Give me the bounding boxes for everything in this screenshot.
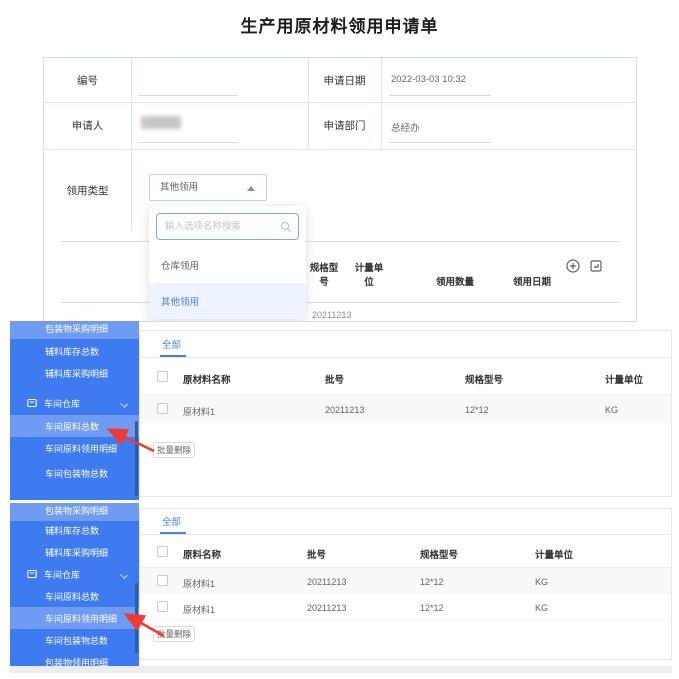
divider	[131, 58, 132, 231]
requisition-type-value: 其他领用	[160, 182, 198, 193]
screenshot-edge	[10, 666, 672, 673]
tab-all[interactable]: 全部	[162, 337, 181, 351]
field-label-requisition-type: 领用类型	[44, 149, 131, 231]
divider	[61, 302, 621, 303]
cell-unit: KG	[535, 577, 548, 587]
col-batch-no: 批号	[325, 372, 344, 386]
table-header-row: 原料名称 批号 规格型号 计量单位	[140, 535, 671, 568]
chevron-down-icon	[120, 400, 128, 408]
sidebar-item-aux-purchase[interactable]: 辅料库采购明细	[10, 362, 139, 384]
insert-row-icon[interactable]	[589, 259, 603, 273]
partial-batch-number: 20211213	[312, 310, 351, 320]
sidebar-item-workshop-material-total[interactable]: 车间原料总数	[10, 585, 139, 607]
divider	[61, 241, 621, 242]
screenshot-root: 生产用原材料领用申请单 编号 申请日期 2022-03-03 10:32 申请人…	[0, 0, 679, 679]
col-material-name: 原材料名称	[183, 372, 231, 386]
requisition-form-card: 编号 申请日期 2022-03-03 10:32 申请人 申请部门 总经办 领用…	[43, 57, 637, 322]
cell-unit: KG	[535, 603, 548, 613]
sidebar-item-packaging-purchase[interactable]: 包装物采购明细	[10, 321, 139, 339]
search-icon	[280, 221, 292, 233]
divider	[138, 142, 238, 143]
number-input[interactable]	[138, 95, 238, 96]
apply-date-value[interactable]: 2022-03-03 10:32	[391, 74, 466, 85]
warehouse-icon	[27, 398, 37, 408]
cell-material-name: 原材料1	[183, 603, 215, 616]
select-all-checkbox[interactable]	[157, 371, 168, 382]
table-panel2: 全部 原料名称 批号 规格型号 计量单位 原材料1 20211213 12*12…	[139, 508, 672, 660]
requisition-type-dropdown: 仓库领用 其他领用	[149, 206, 306, 319]
col-spec: 规格型号	[465, 372, 503, 386]
sidebar-panel2: 包装物采购明细 辅料库存总数 辅料库采购明细 车间仓库 车间原料总数 车间原料领…	[10, 503, 139, 667]
batch-delete-button[interactable]: 批量删除	[153, 626, 195, 642]
detail-col-qty: 领用数量	[429, 250, 481, 290]
table-row[interactable]: 原材料1 20211213 12*12 KG	[140, 568, 671, 594]
sidebar-item-workshop-packaging-total[interactable]: 车间包装物总数	[10, 462, 139, 484]
caret-up-icon	[247, 186, 255, 191]
applicant-value-redacted	[141, 116, 181, 129]
table-row[interactable]: 原材料1 20211213 12*12 KG	[140, 395, 671, 423]
divider	[381, 58, 382, 149]
add-row-icon[interactable]	[566, 259, 580, 273]
sidebar-item-workshop-warehouse[interactable]: 车间仓库	[10, 563, 139, 585]
cell-spec: 12*12	[420, 577, 444, 587]
cell-batch-no: 20211213	[325, 405, 364, 415]
sidebar-item-workshop-warehouse[interactable]: 车间仓库	[10, 392, 139, 414]
divider	[389, 95, 491, 96]
chevron-down-icon	[120, 571, 128, 579]
batch-delete-button[interactable]: 批量删除	[153, 442, 195, 458]
cell-material-name: 原材料1	[183, 405, 215, 418]
table-row[interactable]: 原材料1 20211213 12*12 KG	[140, 594, 671, 620]
col-batch-no: 批号	[307, 547, 326, 561]
cell-unit: KG	[605, 405, 618, 415]
cell-batch-no: 20211213	[307, 577, 346, 587]
col-unit: 计量单位	[605, 372, 643, 386]
table-header-row: 原材料名称 批号 规格型号 计量单位	[140, 358, 671, 395]
cell-batch-no: 20211213	[307, 603, 346, 613]
divider	[389, 142, 491, 143]
field-label-number: 编号	[44, 58, 131, 102]
cell-spec: 12*12	[465, 405, 489, 415]
tab-all[interactable]: 全部	[162, 514, 181, 528]
detail-col-spec: 规格型号	[306, 250, 342, 290]
sidebar-item-aux-stock-total[interactable]: 辅料库存总数	[10, 340, 139, 362]
row-checkbox[interactable]	[157, 403, 168, 414]
sidebar-item-aux-stock-total[interactable]: 辅料库存总数	[10, 519, 139, 541]
field-label-apply-dept: 申请部门	[308, 102, 381, 149]
sidebar-scrollbar[interactable]	[135, 583, 138, 653]
sidebar-item-workshop-material-usage[interactable]: 车间原料领用明细	[10, 437, 139, 459]
page-title: 生产用原材料领用申请单	[0, 12, 679, 37]
sidebar-item-workshop-packaging-total[interactable]: 车间包装物总数	[10, 629, 139, 651]
divider	[44, 149, 637, 150]
cell-material-name: 原材料1	[183, 577, 215, 590]
col-unit: 计量单位	[535, 547, 573, 561]
sidebar-item-aux-purchase[interactable]: 辅料库采购明细	[10, 541, 139, 563]
sidebar-panel1: 包装物采购明细 辅料库存总数 辅料库采购明细 车间仓库 车间原料总数 车间原料领…	[10, 321, 139, 500]
table-panel1: 全部 原材料名称 批号 规格型号 计量单位 原材料1 20211213 12*1…	[139, 330, 672, 497]
col-material-name: 原料名称	[183, 547, 221, 561]
field-label-apply-date: 申请日期	[308, 58, 381, 102]
select-all-checkbox[interactable]	[157, 546, 168, 557]
sidebar-item-packaging-usage[interactable]: 包装物领用明细	[10, 651, 139, 667]
row-checkbox[interactable]	[157, 601, 168, 612]
sidebar-item-workshop-material-usage[interactable]: 车间原料领用明细	[10, 607, 139, 629]
field-label-applicant: 申请人	[44, 102, 131, 149]
sidebar-item-workshop-material-total[interactable]: 车间原料总数	[10, 415, 139, 437]
option-search-input[interactable]	[156, 213, 299, 240]
sidebar-scrollbar[interactable]	[135, 421, 138, 496]
row-checkbox[interactable]	[157, 575, 168, 586]
warehouse-icon	[27, 569, 37, 579]
detail-col-date: 领用日期	[506, 250, 558, 290]
cell-spec: 12*12	[420, 603, 444, 613]
dropdown-option-other[interactable]: 其他领用	[149, 283, 306, 319]
col-spec: 规格型号	[420, 547, 458, 561]
apply-dept-value[interactable]: 总经办	[391, 120, 420, 134]
dropdown-option-warehouse[interactable]: 仓库领用	[149, 250, 306, 280]
requisition-type-select[interactable]: 其他领用	[149, 174, 267, 201]
detail-col-unit: 计量单位	[351, 250, 387, 290]
